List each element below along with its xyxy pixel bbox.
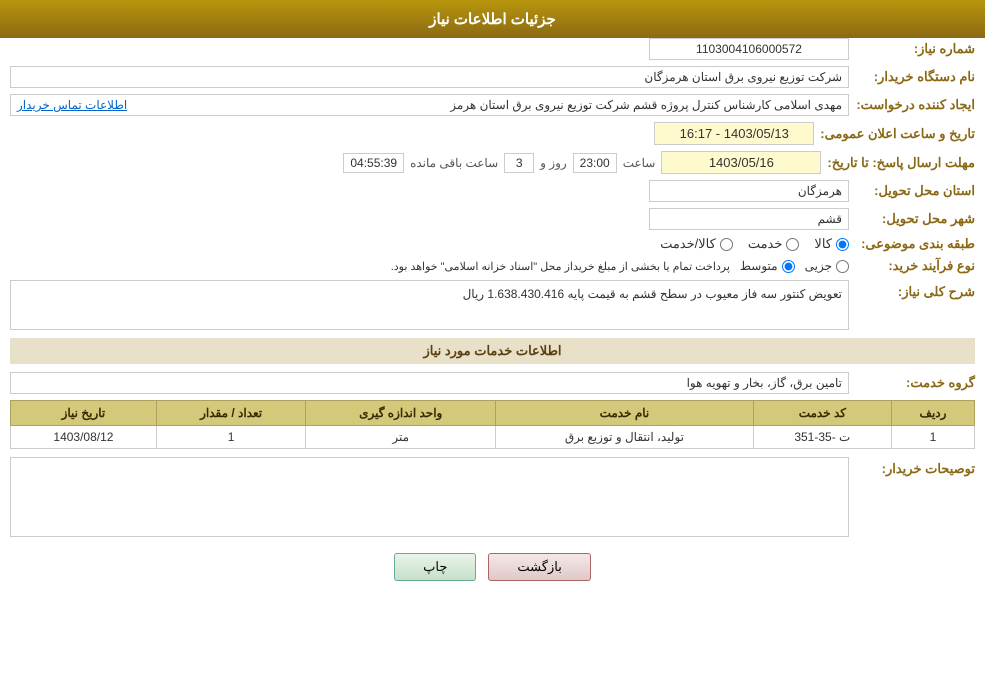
city-value: قشم xyxy=(649,208,849,230)
buyer-org-row: نام دستگاه خریدار: شرکت توزیع نیروی برق … xyxy=(10,66,975,88)
category-option-kala-khedmat[interactable]: کالا/خدمت xyxy=(660,236,733,252)
cell-service-name: تولید، انتقال و توزیع برق xyxy=(496,426,754,449)
content-area: شماره نیاز: 1103004106000572 نام دستگاه … xyxy=(0,38,985,581)
response-days-label: روز و xyxy=(540,156,567,170)
category-label: طبقه بندی موضوعی: xyxy=(855,236,975,252)
response-date-row: مهلت ارسال پاسخ: تا تاریخ: 1403/05/16 سا… xyxy=(10,151,975,174)
purchase-type-jozi[interactable]: جزیی xyxy=(805,259,849,273)
category-radio-group: کالا خدمت کالا/خدمت xyxy=(660,236,849,252)
need-number-label: شماره نیاز: xyxy=(855,41,975,57)
category-radio-khedmat[interactable] xyxy=(786,238,799,251)
category-option-khedmat[interactable]: خدمت xyxy=(748,236,800,252)
buyer-comments-row: توصیحات خریدار: xyxy=(10,457,975,537)
countdown-label: ساعت باقی مانده xyxy=(410,156,498,170)
creator-contact-link[interactable]: اطلاعات تماس خریدار xyxy=(17,98,127,112)
service-group-value: تامین برق، گاز، بخار و تهویه هوا xyxy=(10,372,849,394)
col-service-code: کد خدمت xyxy=(753,401,891,426)
page-container: جزئیات اطلاعات نیاز شماره نیاز: 11030041… xyxy=(0,0,985,691)
purchase-type-motavasset[interactable]: متوسط xyxy=(740,259,795,273)
purchase-radio-motavasset[interactable] xyxy=(782,260,795,273)
cell-unit: متر xyxy=(306,426,496,449)
service-group-row: گروه خدمت: تامین برق، گاز، بخار و تهویه … xyxy=(10,372,975,394)
province-row: استان محل تحویل: هرمزگان xyxy=(10,180,975,202)
city-row: شهر محل تحویل: قشم xyxy=(10,208,975,230)
page-title: جزئیات اطلاعات نیاز xyxy=(429,11,556,28)
purchase-type-row: نوع فرآیند خرید: جزیی متوسط پرداخت تمام … xyxy=(10,258,975,274)
services-table: ردیف کد خدمت نام خدمت واحد اندازه گیری ت… xyxy=(10,400,975,449)
province-label: استان محل تحویل: xyxy=(855,183,975,199)
cell-date: 1403/08/12 xyxy=(11,426,157,449)
back-button[interactable]: بازگشت xyxy=(488,553,590,581)
need-number-value: 1103004106000572 xyxy=(649,38,849,60)
creator-label: ایجاد کننده درخواست: xyxy=(855,97,975,113)
need-number-row: شماره نیاز: 1103004106000572 xyxy=(10,38,975,60)
buyer-comments-box xyxy=(10,457,849,537)
announce-date-value: 1403/05/13 - 16:17 xyxy=(654,122,814,145)
city-label: شهر محل تحویل: xyxy=(855,211,975,227)
creator-row: ایجاد کننده درخواست: مهدی اسلامی کارشناس… xyxy=(10,94,975,116)
category-kala-khedmat-label: کالا/خدمت xyxy=(660,236,716,252)
purchase-motavasset-label: متوسط xyxy=(740,259,778,273)
announce-date-row: تاریخ و ساعت اعلان عمومی: 1403/05/13 - 1… xyxy=(10,122,975,145)
category-option-kala[interactable]: کالا xyxy=(814,236,849,252)
col-service-name: نام خدمت xyxy=(496,401,754,426)
category-radio-kala[interactable] xyxy=(836,238,849,251)
purchase-radio-jozi[interactable] xyxy=(836,260,849,273)
category-khedmat-label: خدمت xyxy=(748,236,783,252)
buyer-org-label: نام دستگاه خریدار: xyxy=(855,69,975,85)
purchase-type-options: جزیی متوسط پرداخت تمام یا بخشی از مبلغ خ… xyxy=(391,259,849,273)
purchase-type-label: نوع فرآیند خرید: xyxy=(855,258,975,274)
print-button[interactable]: چاپ xyxy=(394,553,476,581)
response-days-value: 3 xyxy=(504,153,534,173)
purchase-jozi-label: جزیی xyxy=(805,259,832,273)
col-row-num: ردیف xyxy=(891,401,974,426)
col-date: تاریخ نیاز xyxy=(11,401,157,426)
cell-row-num: 1 xyxy=(891,426,974,449)
announce-date-label: تاریخ و ساعت اعلان عمومی: xyxy=(820,126,975,142)
response-time-value: 23:00 xyxy=(573,153,617,173)
table-header-row: ردیف کد خدمت نام خدمت واحد اندازه گیری ت… xyxy=(11,401,975,426)
services-section-header: اطلاعات خدمات مورد نیاز xyxy=(10,338,975,364)
category-radio-kala-khedmat[interactable] xyxy=(720,238,733,251)
category-row: طبقه بندی موضوعی: کالا خدمت کالا/خدمت xyxy=(10,236,975,252)
description-value: تعویض کنتور سه فاز معیوب در سطح قشم به ق… xyxy=(10,280,849,330)
response-date-label: مهلت ارسال پاسخ: تا تاریخ: xyxy=(827,155,975,171)
province-value: هرمزگان xyxy=(649,180,849,202)
page-header: جزئیات اطلاعات نیاز xyxy=(0,0,985,38)
description-label: شرح کلی نیاز: xyxy=(855,280,975,300)
service-group-label: گروه خدمت: xyxy=(855,375,975,391)
cell-service-code: ت -35-351 xyxy=(753,426,891,449)
description-row: شرح کلی نیاز: تعویض کنتور سه فاز معیوب د… xyxy=(10,280,975,330)
buttons-row: بازگشت چاپ xyxy=(10,553,975,581)
category-kala-label: کالا xyxy=(814,236,832,252)
purchase-type-note: پرداخت تمام یا بخشی از مبلغ خریداز محل "… xyxy=(391,260,730,273)
creator-value: مهدی اسلامی کارشناس کنترل پروژه قشم شرکت… xyxy=(450,98,842,112)
countdown-value: 04:55:39 xyxy=(343,153,404,173)
buyer-org-value: شرکت توزیع نیروی برق استان هرمزگان xyxy=(10,66,849,88)
col-unit: واحد اندازه گیری xyxy=(306,401,496,426)
buyer-comments-label: توصیحات خریدار: xyxy=(865,457,975,477)
response-time-label: ساعت xyxy=(623,156,656,170)
cell-quantity: 1 xyxy=(156,426,306,449)
table-row: 1 ت -35-351 تولید، انتقال و توزیع برق مت… xyxy=(11,426,975,449)
response-date-value: 1403/05/16 xyxy=(661,151,821,174)
col-quantity: تعداد / مقدار xyxy=(156,401,306,426)
